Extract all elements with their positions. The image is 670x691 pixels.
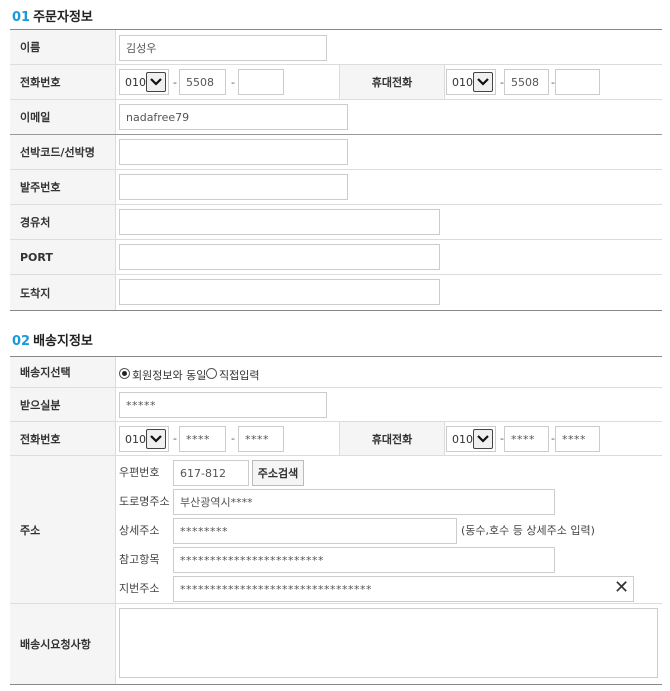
row-ship-phone: 전화번호 010 - **** - **** 휴대전화 010 - **** -…: [10, 422, 662, 456]
dash: -: [173, 432, 177, 445]
ship-mobile-area-select[interactable]: 010: [446, 426, 496, 452]
jibun-address-input[interactable]: ********************************: [173, 576, 634, 602]
road-address-label: 도로명주소: [119, 495, 170, 508]
email-label: 이메일: [10, 100, 116, 134]
row-port: PORT: [10, 240, 662, 275]
detail-address-label: 상세주소: [119, 524, 160, 537]
shipping-section-title: 02 배송지정보: [12, 330, 93, 349]
recipient-label: 받으실분: [10, 388, 116, 421]
ship-mobile-area-value: 010: [452, 433, 473, 446]
ship-code-label: 선박코드/선박명: [10, 135, 116, 169]
section-title-text: 주문자정보: [33, 10, 93, 25]
address-search-button[interactable]: 주소검색: [252, 460, 304, 486]
mobile-label: 휴대전화: [339, 65, 445, 99]
radio-same-label[interactable]: 회원정보와 동일: [132, 367, 206, 383]
radio-same[interactable]: [119, 368, 130, 379]
row-request: 배송시요청사항: [10, 604, 662, 684]
section-number: 02: [12, 334, 31, 349]
detail-address-input[interactable]: ********: [173, 518, 457, 544]
order-no-label: 발주번호: [10, 170, 116, 204]
row-name: 이름 김성우: [10, 30, 662, 65]
row-via: 경유처: [10, 205, 662, 240]
order-no-input[interactable]: [119, 174, 348, 200]
row-address: 주소 우편번호 617-812 주소검색 도로명주소 부산광역시**** 상세주…: [10, 456, 662, 604]
ship-mobile-last-input[interactable]: ****: [555, 426, 600, 452]
section-number: 01: [12, 10, 31, 25]
mobile-area-value: 010: [452, 76, 473, 89]
dash: -: [231, 76, 235, 89]
row-ship-code: 선박코드/선박명: [10, 135, 662, 170]
name-label: 이름: [10, 30, 116, 64]
dash: -: [173, 76, 177, 89]
mobile-area-select[interactable]: 010: [446, 69, 496, 95]
ship-phone-label: 전화번호: [10, 422, 116, 455]
chevron-down-icon: [146, 72, 166, 92]
email-input[interactable]: nadafree79: [119, 104, 348, 130]
via-label: 경유처: [10, 205, 116, 239]
row-order-no: 발주번호: [10, 170, 662, 205]
port-label: PORT: [10, 240, 116, 274]
reference-label: 참고항목: [119, 553, 160, 566]
recipient-input[interactable]: *****: [119, 392, 327, 418]
request-textarea[interactable]: [119, 608, 658, 678]
row-dest: 도착지: [10, 275, 662, 310]
mobile-last-input[interactable]: [555, 69, 600, 95]
phone-label: 전화번호: [10, 65, 116, 99]
radio-direct[interactable]: [206, 368, 217, 379]
chevron-down-icon: [473, 429, 493, 449]
phone-area-select[interactable]: 010: [119, 69, 169, 95]
phone-area-value: 010: [125, 76, 146, 89]
chevron-down-icon: [146, 429, 166, 449]
ship-phone-area-select[interactable]: 010: [119, 426, 169, 452]
section-title-text: 배송지정보: [33, 334, 93, 349]
row-ship-select: 배송지선택 회원정보와 동일 직접입력: [10, 357, 662, 388]
ship-select-label: 배송지선택: [10, 357, 116, 387]
request-label: 배송시요청사항: [10, 604, 116, 684]
zip-input[interactable]: 617-812: [173, 460, 249, 486]
road-address-input[interactable]: 부산광역시****: [173, 489, 555, 515]
orderer-table: 이름 김성우 전화번호 010 - 5508 - 휴대전화 010 - 5508…: [10, 29, 662, 311]
jibun-address-label: 지번주소: [119, 582, 160, 595]
zip-label: 우편번호: [119, 466, 160, 479]
orderer-section-title: 01 주문자정보: [12, 6, 93, 25]
dest-input[interactable]: [119, 279, 440, 305]
reference-input[interactable]: ************************: [173, 547, 555, 573]
phone-mid-input[interactable]: 5508: [179, 69, 226, 95]
row-phone: 전화번호 010 - 5508 - 휴대전화 010 - 5508 -: [10, 65, 662, 100]
row-email: 이메일 nadafree79: [10, 100, 662, 135]
dest-label: 도착지: [10, 275, 116, 310]
ship-mobile-mid-input[interactable]: ****: [504, 426, 549, 452]
radio-direct-label[interactable]: 직접입력: [219, 367, 259, 383]
shipping-table: 배송지선택 회원정보와 동일 직접입력 받으실분 ***** 전화번호 010 …: [10, 356, 662, 685]
ship-phone-mid-input[interactable]: ****: [179, 426, 226, 452]
row-recipient: 받으실분 *****: [10, 388, 662, 422]
port-input[interactable]: [119, 244, 440, 270]
phone-last-input[interactable]: [238, 69, 284, 95]
ship-phone-last-input[interactable]: ****: [238, 426, 284, 452]
address-label: 주소: [10, 456, 116, 603]
ship-phone-area-value: 010: [125, 433, 146, 446]
mobile-mid-input[interactable]: 5508: [504, 69, 549, 95]
name-input[interactable]: 김성우: [119, 35, 327, 61]
dash: -: [231, 432, 235, 445]
detail-address-note: (동수,호수 등 상세주소 입력): [461, 524, 595, 537]
chevron-down-icon: [473, 72, 493, 92]
via-input[interactable]: [119, 209, 440, 235]
ship-mobile-label: 휴대전화: [339, 422, 445, 455]
close-icon[interactable]: ✕: [614, 579, 629, 597]
ship-code-input[interactable]: [119, 139, 348, 165]
